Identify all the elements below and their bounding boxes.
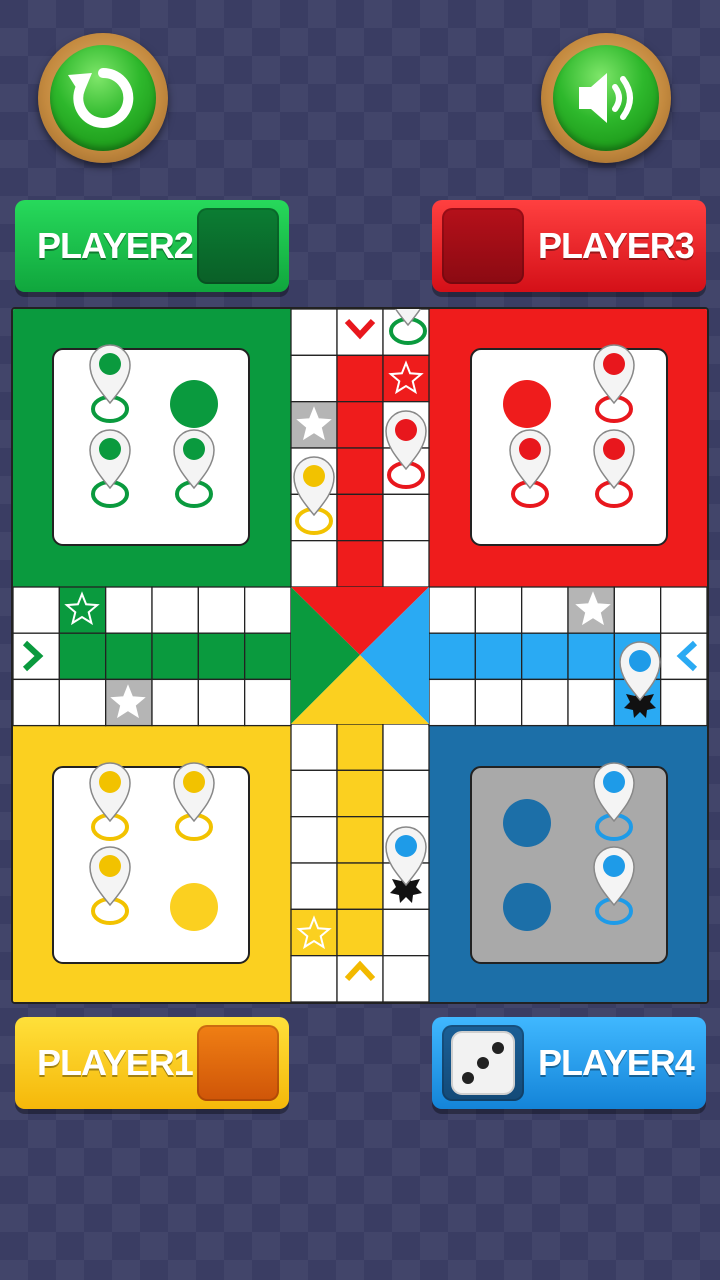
board-cell	[428, 632, 476, 681]
board-cell	[290, 354, 338, 403]
green-home-box	[52, 348, 250, 546]
board-cell	[290, 540, 338, 588]
board-cell	[290, 723, 338, 771]
blue-home-box	[470, 766, 668, 964]
restart-icon	[68, 67, 134, 128]
board-cell	[336, 816, 384, 864]
board-cell	[428, 678, 476, 727]
board-cell	[382, 493, 430, 542]
board-cell	[290, 955, 338, 1002]
blue-home-spot	[503, 883, 551, 931]
red-home-spot	[503, 380, 551, 428]
board-cell	[244, 632, 292, 681]
restart-button[interactable]	[38, 33, 168, 163]
board-cell	[613, 586, 662, 634]
board-cell	[197, 632, 246, 681]
player4-label: PLAYER4	[538, 1042, 695, 1083]
player3-label: PLAYER3	[538, 225, 695, 266]
player3-dice-slot	[442, 208, 524, 284]
board-cell	[336, 908, 384, 957]
board-cell	[290, 862, 338, 910]
board-cell	[382, 723, 430, 771]
board-cell	[244, 678, 292, 727]
board-cell	[244, 586, 292, 634]
ludo-board	[11, 307, 709, 1004]
board-cell	[660, 678, 707, 727]
player2-panel: PLAYER2	[15, 200, 289, 292]
player2-dice-slot	[197, 208, 279, 284]
board-cell	[58, 678, 107, 727]
board-cell	[660, 586, 707, 634]
board-cell	[13, 678, 60, 727]
blue-home-spot	[503, 799, 551, 847]
board-cell	[382, 955, 430, 1002]
board-cell	[336, 493, 384, 542]
board-cell	[474, 586, 523, 634]
dice-icon[interactable]	[450, 1030, 516, 1096]
blue-token[interactable]	[385, 826, 427, 904]
board-cell	[197, 586, 246, 634]
board-cell	[336, 447, 384, 495]
board-cell	[336, 354, 384, 403]
board-cell	[290, 816, 338, 864]
player1-dice-slot	[197, 1025, 279, 1101]
board-cell	[336, 540, 384, 588]
red-home-box	[470, 348, 668, 546]
board-cell	[290, 769, 338, 818]
board-cell	[474, 678, 523, 727]
board-cell	[382, 908, 430, 957]
yellow-home-spot	[170, 883, 218, 931]
board-cell	[105, 632, 153, 681]
board-cell	[151, 678, 199, 727]
board-cell	[474, 632, 523, 681]
board-cell	[382, 540, 430, 588]
board-cell	[521, 678, 569, 727]
yellow-home-box	[52, 766, 250, 964]
board-cell	[567, 678, 615, 727]
player1-panel: PLAYER1	[15, 1017, 289, 1109]
board-cell	[521, 586, 569, 634]
board-cell	[336, 723, 384, 771]
board-cell	[336, 769, 384, 818]
board-cell	[567, 632, 615, 681]
board-cell	[13, 586, 60, 634]
board-cell	[151, 632, 199, 681]
board-cell	[58, 632, 107, 681]
player2-label: PLAYER2	[37, 225, 194, 266]
board-cell	[521, 632, 569, 681]
blue-token[interactable]	[619, 641, 661, 719]
sound-button[interactable]	[541, 33, 671, 163]
board-cell	[336, 862, 384, 910]
board-cell	[197, 678, 246, 727]
board-cell	[428, 586, 476, 634]
board-cell	[382, 769, 430, 818]
board-cell	[290, 309, 338, 356]
speaker-icon	[579, 73, 633, 123]
board-cell	[105, 586, 153, 634]
board-cell	[151, 586, 199, 634]
green-home-spot	[170, 380, 218, 428]
player4-panel: PLAYER4	[432, 1017, 706, 1109]
player1-label: PLAYER1	[37, 1042, 194, 1083]
player3-panel: PLAYER3	[432, 200, 706, 292]
board-cell	[336, 401, 384, 449]
